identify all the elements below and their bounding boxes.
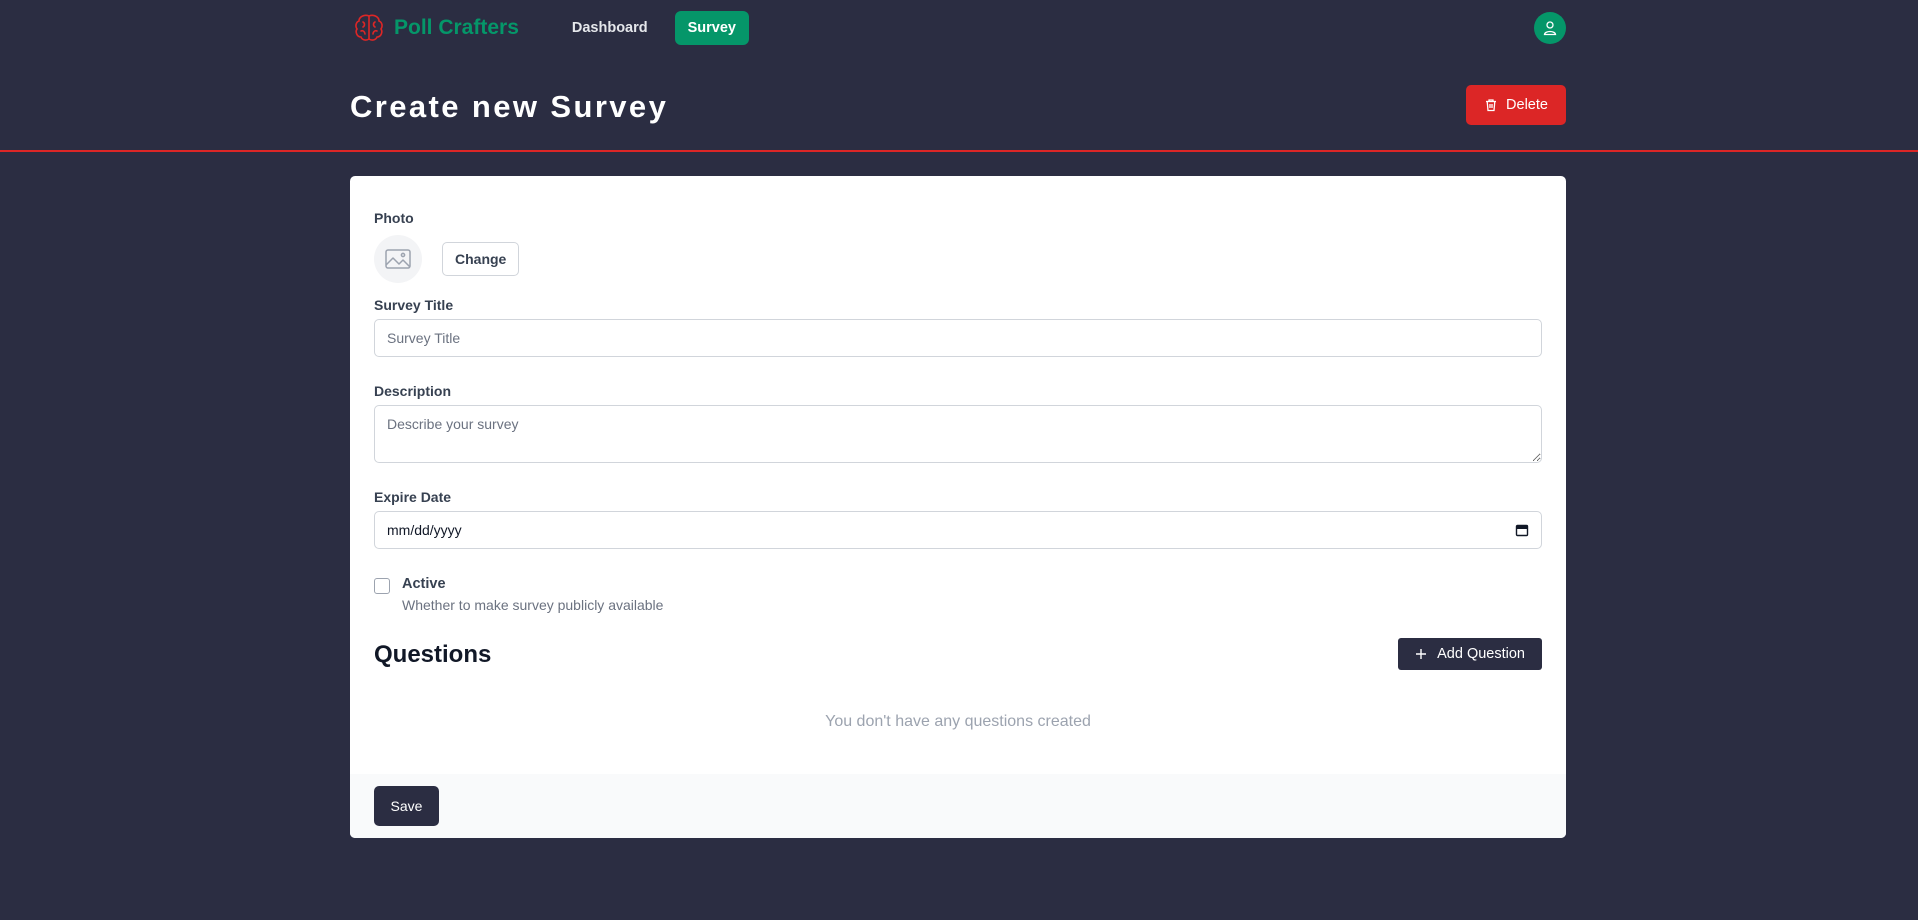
active-option: Active Whether to make survey publicly a… <box>374 576 663 613</box>
photo-label: Photo <box>374 210 414 226</box>
photo-row: Change <box>374 235 1542 283</box>
top-nav: Poll Crafters Dashboard Survey <box>350 0 1566 56</box>
change-photo-button[interactable]: Change <box>442 242 520 276</box>
page-header: Create new Survey Delete <box>350 82 1566 132</box>
image-icon <box>385 249 411 269</box>
active-label: Active <box>402 576 446 592</box>
empty-questions-message: You don't have any questions created <box>825 713 1091 730</box>
nav-survey[interactable]: Survey <box>674 11 749 45</box>
calendar-icon[interactable] <box>1515 523 1529 537</box>
survey-title-label: Survey Title <box>374 297 454 313</box>
active-checkbox[interactable] <box>374 578 390 594</box>
survey-title-input[interactable] <box>374 319 1542 357</box>
expire-date-value: mm/dd/yyyy <box>387 522 462 538</box>
nav-links: Dashboard Survey <box>559 11 749 45</box>
delete-label: Delete <box>1506 97 1548 113</box>
add-question-label: Add Question <box>1437 646 1525 662</box>
plus-icon <box>1416 649 1427 659</box>
questions-heading: Questions <box>374 641 492 668</box>
active-help-text: Whether to make survey publicly availabl… <box>402 597 664 613</box>
survey-form-card: Photo Change Survey Title Description Ex… <box>350 176 1566 838</box>
save-button[interactable]: Save <box>374 786 439 826</box>
description-textarea[interactable] <box>374 405 1542 463</box>
user-avatar[interactable] <box>1534 12 1566 44</box>
nav-dashboard[interactable]: Dashboard <box>559 11 661 45</box>
page-title: Create new Survey <box>350 89 669 124</box>
add-question-button[interactable]: Add Question <box>1398 638 1542 670</box>
brand[interactable]: Poll Crafters <box>352 11 519 45</box>
brain-logo-icon <box>355 14 383 41</box>
trash-icon <box>1486 99 1497 112</box>
header-divider <box>0 150 1918 152</box>
expire-date-input[interactable]: mm/dd/yyyy <box>374 511 1542 549</box>
brand-name: Poll Crafters <box>394 16 519 39</box>
expire-date-label: Expire Date <box>374 489 452 505</box>
delete-button[interactable]: Delete <box>1466 85 1566 125</box>
form-footer: Save <box>350 774 1566 838</box>
photo-placeholder <box>374 235 422 283</box>
user-icon <box>1543 21 1557 36</box>
description-label: Description <box>374 383 452 399</box>
